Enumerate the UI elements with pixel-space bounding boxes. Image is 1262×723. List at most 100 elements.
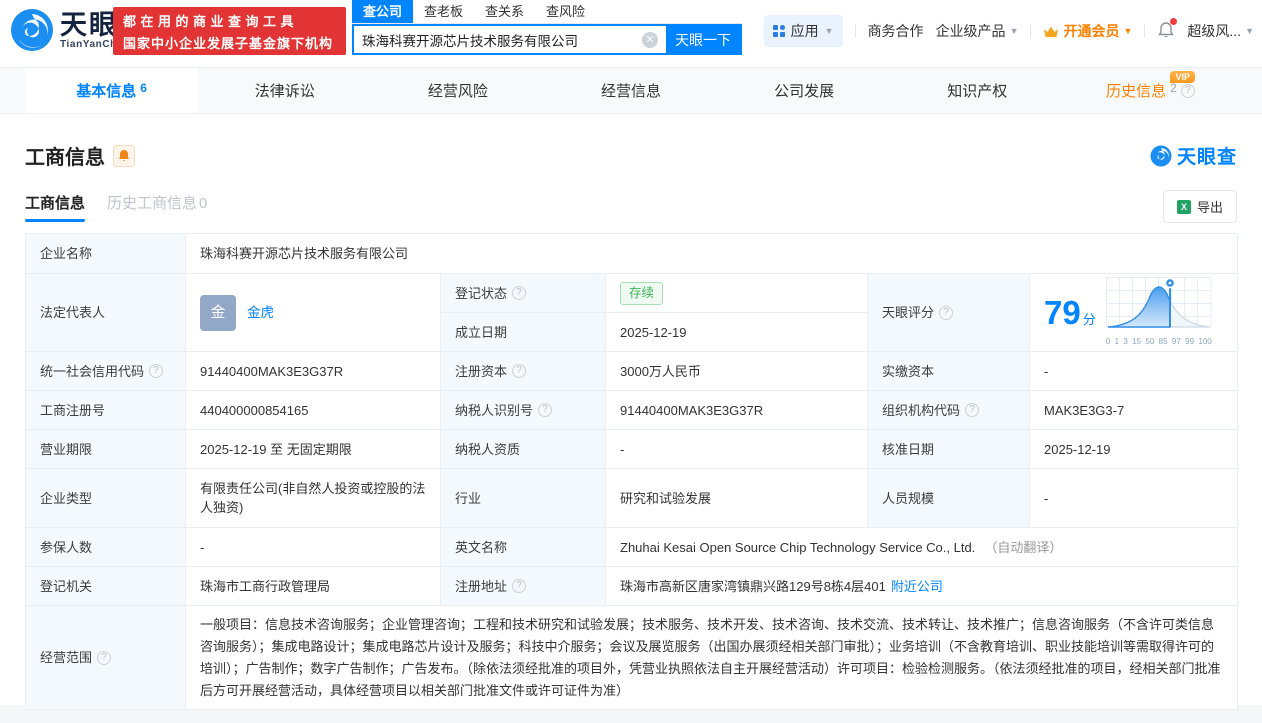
help-icon[interactable]: ? [939,305,954,320]
field-value-registration-authority: 珠海市工商行政管理局 [186,567,441,606]
search-tab-relation[interactable]: 查关系 [474,0,535,23]
nearby-companies-link[interactable]: 附近公司 [891,577,943,596]
tab-label: 公司发展 [774,83,835,100]
field-value-legal-representative: 金 金虎 [186,274,441,352]
subtab-history-business-info[interactable]: 历史工商信息 0 [107,192,207,222]
field-label-company-type: 企业类型 [26,469,186,528]
excel-icon: X [1176,199,1191,214]
apps-menu[interactable]: 应用 ▼ [764,15,843,47]
subtab-business-info[interactable]: 工商信息 [25,192,86,222]
search-area: 查公司 查老板 查关系 查风险 ✕ 天眼一下 [352,0,742,55]
field-label-legal-representative: 法定代表人 [26,274,186,352]
business-info-table: 企业名称 珠海科赛开源芯片技术服务有限公司 法定代表人 金 金虎 登记状态? 存… [25,233,1238,710]
tab-operating-info[interactable]: 经营信息 [544,68,717,113]
field-value-establish-date: 2025-12-19 [606,313,868,352]
section-header: 工商信息 天眼查 [25,141,1237,170]
help-icon[interactable]: ? [538,403,553,417]
nav-open-vip[interactable]: 开通会员 ▼ [1043,21,1132,41]
divider [854,24,856,38]
field-label-establish-date: 成立日期 [441,313,606,352]
subscribe-bell-button[interactable] [113,144,135,167]
tab-label: 基本信息 [76,83,137,100]
help-icon[interactable]: ? [512,364,527,378]
company-tabs: 基本信息 6 法律诉讼 经营风险 经营信息 公司发展 知识产权 VIP 历史信息… [0,67,1262,114]
nav-cooperation[interactable]: 商务合作 [868,21,924,41]
legal-rep-name-link[interactable]: 金虎 [247,303,274,322]
search-button[interactable]: 天眼一下 [666,26,740,53]
crown-icon [1044,26,1059,37]
content: 工商信息 天眼查 工商信息 历史工商信息 0 X 导出 企业名称 珠海科赛开源芯… [0,141,1262,710]
bell-icon [119,150,129,161]
field-label-taxpayer-id: 纳税人识别号? [441,391,606,430]
tab-label: 知识产权 [947,83,1008,100]
search-tabs: 查公司 查老板 查关系 查风险 [352,0,742,24]
field-label-business-term: 营业期限 [26,430,186,469]
export-button[interactable]: X 导出 [1162,190,1237,223]
tab-history-info[interactable]: VIP 历史信息 2 ? [1064,68,1237,113]
help-icon[interactable]: ? [97,650,112,665]
tab-legal[interactable]: 法律诉讼 [198,68,371,113]
help-icon[interactable]: ? [965,403,980,417]
header: 天眼查 TianYanCha.com 都在用的商业查询工具 国家中小企业发展子基… [0,0,1262,62]
legal-rep-avatar[interactable]: 金 [200,294,236,331]
divider [1144,24,1146,38]
auto-translate-note: （自动翻译） [984,539,1063,555]
help-icon[interactable]: ? [149,364,164,378]
super-risk-label: 超级风... [1187,23,1242,39]
search-tab-risk[interactable]: 查风险 [535,0,596,23]
nav-super-risk[interactable]: 超级风... ▼ [1187,21,1254,41]
field-value-company-type: 有限责任公司(非自然人投资或控股的法人独资) [186,469,441,528]
divider [1030,24,1032,38]
watermark-brand: 天眼查 [1150,142,1237,169]
tab-basic-info[interactable]: 基本信息 6 [25,68,199,113]
field-value-registered-capital: 3000万人民币 [606,352,868,391]
field-label-tianyan-score: 天眼评分? [868,274,1030,352]
field-value-org-code: MAK3E3G3-7 [1030,391,1238,430]
watermark-text: 天眼查 [1176,147,1237,168]
chevron-down-icon: ▼ [1123,26,1133,36]
search-tab-company[interactable]: 查公司 [352,0,414,23]
nav-enterprise[interactable]: 企业级产品 ▼ [936,21,1019,41]
export-label: 导出 [1196,200,1223,215]
tab-count: 6 [140,80,147,95]
field-value-insured-count: - [186,528,441,567]
field-value-industry: 研究和试验发展 [606,469,868,528]
tab-intellectual-property[interactable]: 知识产权 [891,68,1064,113]
field-label-english-name: 英文名称 [441,528,606,567]
field-label-staff-size: 人员规模 [868,469,1030,528]
field-value-registered-address: 珠海市高新区唐家湾镇鼎兴路129号8栋4层401 附近公司 [606,567,1238,606]
field-value-approval-date: 2025-12-19 [1030,430,1238,469]
nav-enterprise-label: 企业级产品 [935,23,1006,39]
field-value-tianyan-score: 79 分 0 1 3 15 50 85 97 99 100 [1030,274,1238,352]
score-chart-xticks: 01 3 15 50 85 97 99 100 [1105,336,1212,346]
logo-swirl-icon [11,9,53,51]
vip-badge: VIP [1170,71,1195,83]
help-icon[interactable]: ? [512,579,527,593]
field-value-registration-number: 440400000854165 [186,391,441,430]
tab-operating-risk[interactable]: 经营风险 [371,68,544,113]
notifications-bell[interactable] [1157,17,1178,42]
clear-search-icon[interactable]: ✕ [642,31,658,48]
score-unit: 分 [1082,312,1096,327]
field-value-registration-status: 存续 [606,274,868,313]
field-label-insured-count: 参保人数 [26,528,186,567]
field-label-registration-status: 登记状态? [441,274,606,313]
tab-development[interactable]: 公司发展 [718,68,891,113]
field-label-registration-authority: 登记机关 [26,567,186,606]
apps-label: 应用 [790,23,819,39]
field-label-industry: 行业 [441,469,606,528]
search-tab-boss[interactable]: 查老板 [413,0,474,23]
search-box: ✕ 天眼一下 [352,24,742,55]
subtab-count: 0 [199,194,208,212]
status-badge: 存续 [620,281,664,305]
help-icon[interactable]: ? [1180,83,1195,98]
field-value-staff-size: - [1030,469,1238,528]
field-label-org-code: 组织机构代码? [868,391,1030,430]
subtab-label: 历史工商信息 [107,194,198,212]
score-number: 79 [1044,294,1081,331]
banner-line2: 国家中小企业发展子基金旗下机构 [123,35,334,51]
chevron-down-icon: ▼ [824,26,834,36]
help-icon[interactable]: ? [512,286,527,300]
search-input[interactable] [354,26,642,53]
field-label-business-scope: 经营范围? [26,606,186,710]
